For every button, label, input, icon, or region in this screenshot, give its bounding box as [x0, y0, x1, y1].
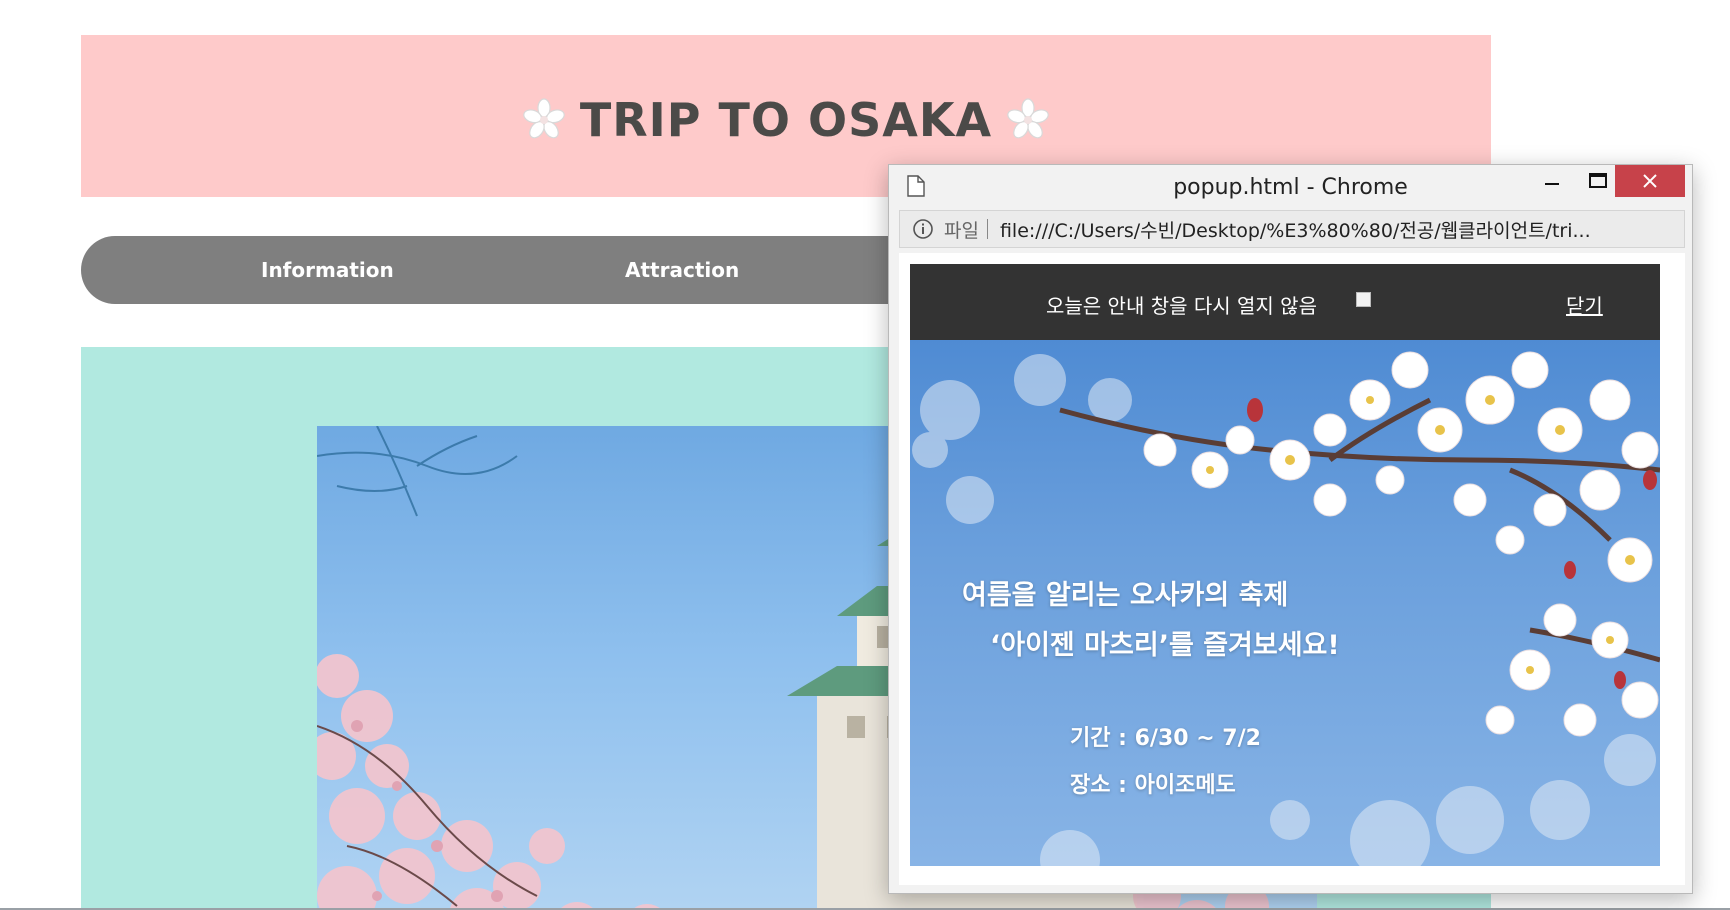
event-period: 기간 : 6/30 ~ 7/2	[1070, 726, 1261, 751]
address-separator	[986, 219, 988, 239]
close-window-button[interactable]	[1615, 165, 1685, 197]
close-popup-link[interactable]: 닫기	[1566, 290, 1603, 319]
maximize-icon	[1589, 173, 1607, 188]
dont-show-today-label[interactable]: 오늘은 안내 창을 다시 열지 않음	[1046, 290, 1317, 319]
popup-content: 오늘은 안내 창을 다시 열지 않음 닫기 여름을 알리는 오사카의 축제 ‘아…	[899, 253, 1685, 885]
festival-subheadline: ‘아이젠 마츠리’를 즐겨보세요!	[990, 630, 1340, 661]
page-title: TRIP TO OSAKA	[579, 93, 993, 147]
minimize-button[interactable]	[1529, 165, 1575, 197]
notice-bar: 오늘은 안내 창을 다시 열지 않음 닫기	[910, 264, 1660, 340]
nav-item-attraction[interactable]: Attraction	[625, 236, 739, 304]
site-header-inner: TRIP TO OSAKA	[522, 93, 1050, 147]
cherry-blossom-icon	[523, 98, 565, 139]
address-bar[interactable]: 파일 file:///C:/Users/수빈/Desktop/%E3%80%80…	[899, 210, 1685, 248]
url-text[interactable]: file:///C:/Users/수빈/Desktop/%E3%80%80/전공…	[1000, 216, 1591, 243]
popup-window: popup.html - Chrome 파일 file:///C:/Users/…	[888, 164, 1693, 894]
festival-headline: 여름을 알리는 오사카의 축제	[962, 580, 1289, 611]
minimize-icon	[1545, 183, 1559, 185]
close-icon	[1643, 174, 1657, 188]
cherry-blossom-icon	[1007, 98, 1049, 139]
scheme-label: 파일	[944, 219, 979, 242]
popup-titlebar[interactable]: popup.html - Chrome	[889, 165, 1692, 207]
event-place: 장소 : 아이조메도	[1070, 773, 1236, 798]
nav-item-information[interactable]: Information	[261, 236, 394, 304]
info-icon[interactable]	[912, 218, 934, 240]
festival-banner: 여름을 알리는 오사카의 축제 ‘아이젠 마츠리’를 즐겨보세요! 기간 : 6…	[910, 340, 1660, 866]
dont-show-today-checkbox[interactable]	[1356, 292, 1371, 307]
